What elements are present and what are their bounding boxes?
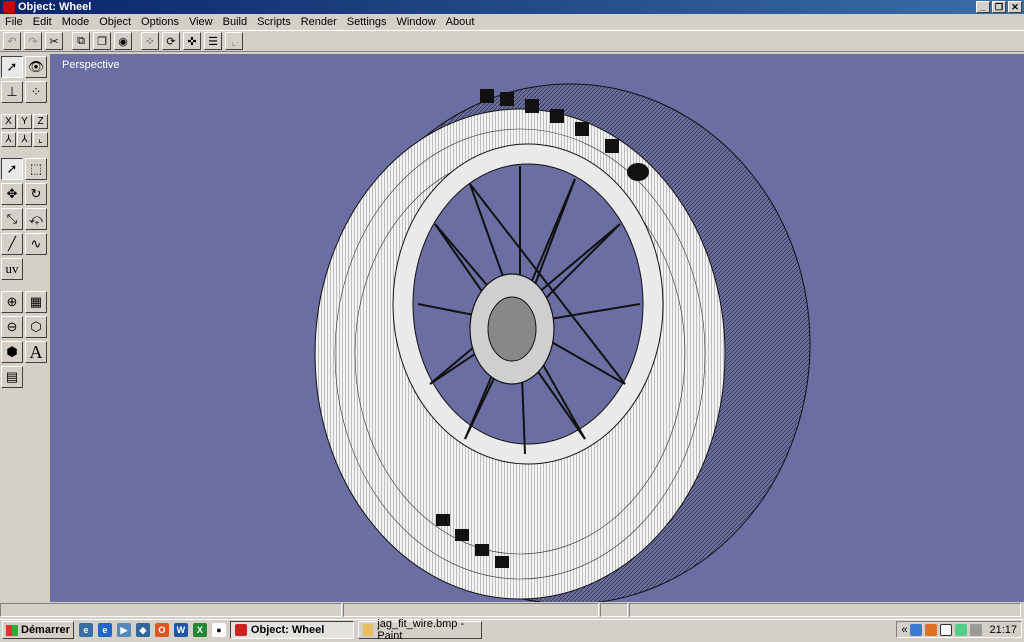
menu-options[interactable]: Options	[136, 16, 184, 28]
task-paint[interactable]: jag_fit_wire.bmp - Paint	[357, 618, 482, 642]
curve-icon[interactable]: ∿	[25, 233, 47, 255]
bend-icon[interactable]: ⤽	[25, 208, 47, 230]
eye-icon[interactable]: 👁	[25, 56, 47, 78]
connection-icon[interactable]	[955, 623, 968, 636]
pointer-icon[interactable]: ➚	[1, 158, 23, 180]
wheel-wireframe	[314, 83, 811, 602]
tray-expand-button[interactable]: «	[901, 624, 907, 636]
mode-a-icon[interactable]: ⅄	[1, 132, 16, 147]
graph-icon[interactable]: ⌞	[225, 32, 243, 50]
windows-logo-icon	[6, 624, 18, 636]
app-icon-4[interactable]: ◆	[135, 623, 150, 637]
line-icon[interactable]: ╱	[1, 233, 23, 255]
menu-window[interactable]: Window	[392, 16, 441, 28]
status-panel-2	[343, 603, 599, 617]
points-icon[interactable]: ⁘	[25, 81, 47, 103]
list-icon[interactable]: ☰	[204, 32, 222, 50]
status-panel-4	[629, 603, 1021, 617]
status-panel-1	[0, 603, 342, 617]
system-tray: « 21:17	[896, 621, 1022, 638]
task-label: jag_fit_wire.bmp - Paint	[377, 618, 465, 642]
explorer-icon[interactable]: e	[78, 623, 93, 637]
toolbar: ↶ ↷ ✂ ⧉ ❐ ◉ ⁘ ⟳ ✜ ☰ ⌞	[0, 30, 1024, 52]
redo-icon[interactable]: ↷	[24, 32, 42, 50]
menu-edit[interactable]: Edit	[28, 16, 57, 28]
start-button[interactable]: Démarrer	[2, 621, 74, 639]
rect-select-icon[interactable]: ⬚	[25, 158, 47, 180]
minimize-button[interactable]: _	[976, 1, 990, 13]
panda-icon[interactable]: ●	[211, 623, 226, 637]
window-title: Object: Wheel	[18, 1, 92, 13]
axis-y-button[interactable]: Y	[17, 114, 32, 129]
volume-icon[interactable]	[970, 623, 983, 636]
perspective-viewport[interactable]: Perspective	[50, 54, 1024, 602]
antivirus-icon[interactable]	[925, 623, 938, 636]
undo-icon[interactable]: ↶	[3, 32, 21, 50]
sphere-icon[interactable]: ◉	[114, 32, 132, 50]
grid-icon[interactable]: ⁘	[141, 32, 159, 50]
sphere-tool-icon[interactable]: ⊕	[1, 291, 23, 313]
polygon-icon[interactable]: ⬢	[1, 341, 23, 363]
menu-about[interactable]: About	[441, 16, 480, 28]
status-bar	[0, 602, 1024, 618]
menu-build[interactable]: Build	[218, 16, 252, 28]
close-button[interactable]: ✕	[1008, 1, 1022, 13]
polyhedron-icon[interactable]: ⬡	[25, 316, 47, 338]
task-label: Object: Wheel	[250, 624, 325, 636]
start-label: Démarrer	[21, 624, 70, 636]
uv-button[interactable]: uv	[1, 258, 23, 280]
axis-icon[interactable]: ⊥	[1, 81, 23, 103]
restore-button[interactable]: ❐	[992, 1, 1006, 13]
scale-icon[interactable]: ⤡	[1, 208, 23, 230]
mode-c-icon[interactable]: ⌞	[33, 132, 48, 147]
select-arrow-icon[interactable]: ➚	[1, 56, 23, 78]
menu-object[interactable]: Object	[94, 16, 136, 28]
menu-file[interactable]: File	[0, 16, 28, 28]
paint-icon	[362, 624, 374, 636]
text-tool-button[interactable]: A	[25, 341, 47, 363]
cylinder-icon[interactable]: ⊖	[1, 316, 23, 338]
app-icon	[3, 1, 15, 13]
network-icon[interactable]	[910, 623, 923, 636]
task-object-wheel[interactable]: Object: Wheel	[229, 621, 354, 639]
cut-icon[interactable]: ✂	[45, 32, 63, 50]
word-icon[interactable]: W	[173, 623, 188, 637]
wheel-app-icon	[234, 624, 247, 636]
duplicate-icon[interactable]: ❐	[93, 32, 111, 50]
mesh-icon[interactable]: ▦	[25, 291, 47, 313]
media-icon[interactable]: ▶	[116, 623, 131, 637]
taskbar: Démarrer e e ▶ ◆ O W X ● Object: Wheel j…	[0, 618, 1024, 642]
menu-mode[interactable]: Mode	[57, 16, 95, 28]
rotate-tool-icon[interactable]: ↻	[25, 183, 47, 205]
mode-b-icon[interactable]: ⅄	[17, 132, 32, 147]
menu-view[interactable]: View	[184, 16, 218, 28]
axis-x-button[interactable]: X	[1, 114, 16, 129]
menu-scripts[interactable]: Scripts	[252, 16, 296, 28]
axis-z-button[interactable]: Z	[33, 114, 48, 129]
menu-bar: File Edit Mode Object Options View Build…	[0, 14, 1024, 30]
office-icon[interactable]: O	[154, 623, 169, 637]
status-panel-3	[600, 603, 628, 617]
table-icon[interactable]: ▤	[1, 366, 23, 388]
excel-icon[interactable]: X	[192, 623, 207, 637]
snap-icon[interactable]: ✜	[183, 32, 201, 50]
clock: 21:17	[989, 623, 1017, 636]
move-icon[interactable]: ✥	[1, 183, 23, 205]
tool-palette: ➚ 👁 ⊥ ⁘ X Y Z ⅄ ⅄ ⌞ ➚ ⬚ ✥ ↻ ⤡ ⤽ ╱ ∿ uv ⊕…	[0, 54, 50, 600]
menu-render[interactable]: Render	[296, 16, 342, 28]
panda-tray-icon[interactable]	[940, 623, 953, 636]
copy-icon[interactable]: ⧉	[72, 32, 90, 50]
browser-icon[interactable]: e	[97, 623, 112, 637]
menu-settings[interactable]: Settings	[342, 16, 392, 28]
rotate-icon[interactable]: ⟳	[162, 32, 180, 50]
title-bar: Object: Wheel _ ❐ ✕	[0, 0, 1024, 14]
